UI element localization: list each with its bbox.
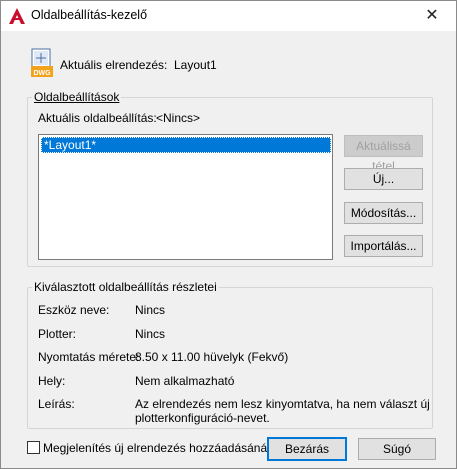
device-name-label: Eszköz neve: — [38, 303, 110, 317]
plot-size-label: Nyomtatás mérete: — [38, 350, 140, 364]
title-bar[interactable]: Oldalbeállítás-kezelő ✕ — [1, 1, 456, 31]
page-setup-list[interactable]: *Layout1* — [38, 134, 333, 260]
current-layout-label: Aktuális elrendezés: — [60, 58, 168, 72]
current-page-setup-label: Aktuális oldalbeállítás: — [38, 111, 157, 125]
import-button[interactable]: Importálás... — [344, 235, 423, 257]
description-label: Leírás: — [38, 397, 75, 411]
location-value: Nem alkalmazható — [135, 374, 235, 388]
page-setup-manager-dialog: Oldalbeállítás-kezelő ✕ DWG Aktuális elr… — [0, 0, 457, 469]
plotter-label: Plotter: — [38, 327, 77, 341]
plotter-value: Nincs — [135, 327, 166, 341]
dwg-file-icon: DWG — [31, 48, 53, 77]
description-value-line1: Az elrendezés nem lesz kinyomtatva, ha n… — [135, 397, 430, 411]
location-label: Hely: — [38, 374, 66, 388]
details-group-title: Kiválasztott oldalbeállítás részletei — [32, 280, 219, 294]
plot-size-value: 8.50 x 11.00 hüvelyk (Fekvő) — [135, 350, 289, 364]
list-item[interactable]: *Layout1* — [41, 137, 331, 153]
current-layout-value: Layout1 — [174, 58, 217, 72]
autocad-logo-icon — [9, 8, 25, 24]
set-current-button[interactable]: Aktuálissá tétel — [344, 135, 423, 173]
modify-button[interactable]: Módosítás... — [344, 202, 423, 224]
description-value-line2: plotterkonfiguráció-nevet. — [135, 411, 270, 425]
close-button[interactable]: Bezárás — [267, 437, 347, 461]
help-button[interactable]: Súgó — [358, 438, 436, 460]
show-on-new-layout-checkbox[interactable] — [27, 441, 40, 454]
show-on-new-layout-label[interactable]: Megjelenítés új elrendezés hozzáadásánál — [43, 441, 270, 455]
svg-text:DWG: DWG — [33, 70, 51, 77]
page-setups-group-title: Oldalbeállítások — [32, 90, 122, 104]
new-button[interactable]: Új... — [344, 168, 423, 190]
close-window-button[interactable]: ✕ — [410, 2, 454, 30]
device-name-value: Nincs — [135, 303, 166, 317]
current-page-setup-value: <Nincs> — [156, 111, 201, 125]
window-title: Oldalbeállítás-kezelő — [31, 8, 148, 22]
